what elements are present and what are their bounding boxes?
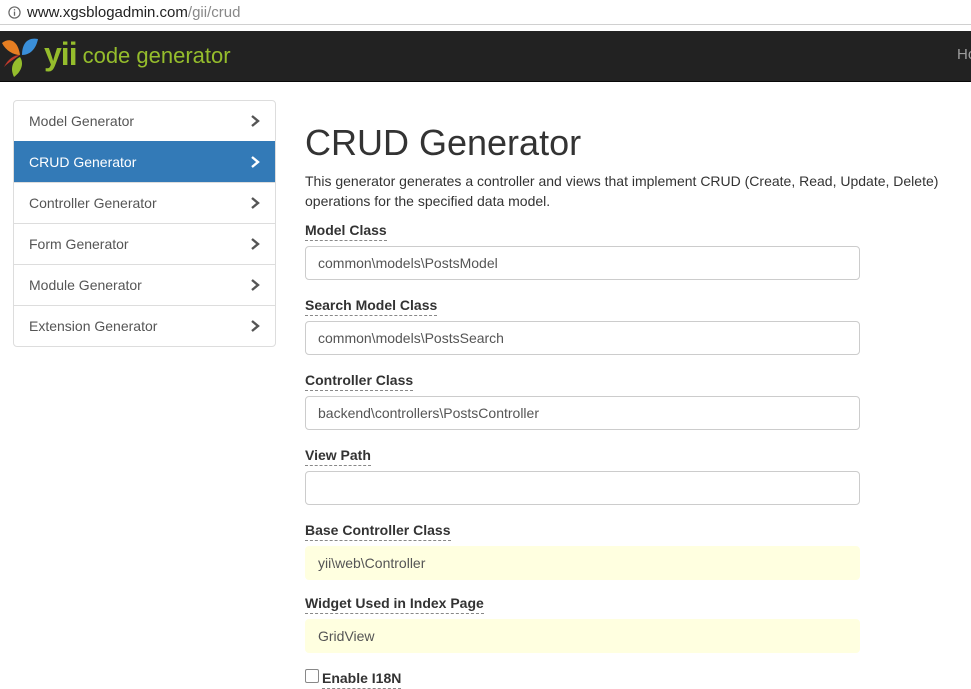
sidebar-item-model-generator[interactable]: Model Generator [14,101,275,141]
info-icon[interactable] [8,5,21,19]
chevron-right-icon [251,320,260,332]
page-description: This generator generates a controller an… [305,173,939,209]
nav-home-link[interactable]: Ho [957,46,971,63]
search-model-class-input[interactable] [305,321,860,355]
page-title: CRUD Generator [305,122,582,163]
base-controller-class-label[interactable]: Base Controller Class [305,522,451,541]
sidebar-item-label: Module Generator [29,277,142,293]
controller-class-input[interactable] [305,396,860,430]
widget-used-label[interactable]: Widget Used in Index Page [305,595,484,614]
chevron-right-icon [251,238,260,250]
url-text[interactable]: www.xgsblogadmin.com/gii/crud [27,4,240,21]
yii-logo-icon [2,38,38,77]
enable-i18n-label[interactable]: Enable I18N [322,670,402,689]
logo-code-generator-text: code generator [82,43,231,68]
sidebar-item-form-generator[interactable]: Form Generator [14,223,275,264]
browser-url-bar[interactable]: www.xgsblogadmin.com/gii/crud [0,0,971,25]
logo-yii-text: yii [44,36,78,72]
search-model-class-label[interactable]: Search Model Class [305,297,438,316]
view-path-label[interactable]: View Path [305,447,371,466]
widget-used-input[interactable] [305,619,860,653]
model-class-label[interactable]: Model Class [305,222,387,241]
controller-class-label[interactable]: Controller Class [305,372,414,391]
chevron-right-icon [251,115,260,127]
enable-i18n-checkbox[interactable] [305,669,319,683]
model-class-input[interactable] [305,246,860,280]
generator-sidebar: Model Generator CRUD Generator Controlle… [13,100,276,347]
sidebar-item-label: CRUD Generator [29,154,137,170]
sidebar-item-label: Controller Generator [29,195,157,211]
sidebar-item-label: Model Generator [29,113,135,129]
url-path: /gii/crud [187,3,241,21]
top-navbar: yii code generator Ho [0,31,971,82]
sidebar-item-module-generator[interactable]: Module Generator [14,264,275,305]
url-host: www.xgsblogadmin.com [27,3,188,21]
sidebar-item-crud-generator[interactable]: CRUD Generator [14,141,275,182]
chevron-right-icon [251,279,260,291]
chevron-right-icon [251,197,260,209]
brand-logo[interactable]: yii code generator [0,31,231,81]
sidebar-item-controller-generator[interactable]: Controller Generator [14,182,275,223]
sidebar-item-label: Form Generator [29,236,129,252]
sidebar-item-label: Extension Generator [29,318,158,334]
sidebar-item-extension-generator[interactable]: Extension Generator [14,305,275,346]
base-controller-class-input[interactable] [305,546,860,580]
chevron-right-icon [251,156,260,168]
view-path-input[interactable] [305,471,860,505]
